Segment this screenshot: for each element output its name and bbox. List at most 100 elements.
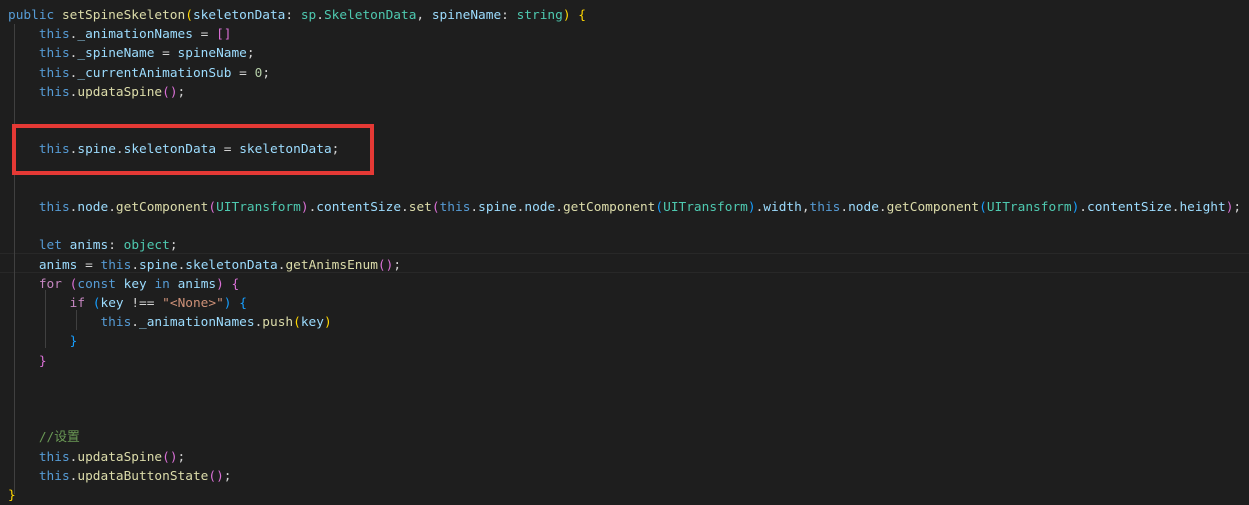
code-token: ;	[169, 238, 178, 254]
code-line[interactable]: anims = this.spine.skeletonData.getAnims…	[8, 256, 401, 275]
code-token: ;	[177, 449, 186, 465]
code-token: :	[501, 8, 517, 23]
code-token: spineName	[431, 8, 502, 23]
code-token: =	[231, 65, 255, 81]
code-token: )	[223, 296, 232, 311]
code-line[interactable]: this._animationNames.push(key)	[8, 313, 332, 332]
code-token: _currentAnimationSub	[77, 65, 232, 81]
code-line[interactable]: this.node.getComponent(UITransform).cont…	[8, 198, 1241, 217]
code-line[interactable]: if (key !== "<None>") {	[8, 294, 247, 313]
code-token: this	[38, 468, 70, 484]
code-token: set	[408, 200, 432, 215]
code-token: updataButtonState	[77, 468, 209, 484]
code-token: !==	[123, 296, 163, 311]
code-token: height	[1179, 200, 1226, 215]
code-line[interactable]: this._currentAnimationSub = 0;	[8, 64, 270, 83]
code-token: )	[300, 200, 309, 215]
code-token: in	[146, 276, 178, 292]
code-token: (	[185, 8, 193, 23]
code-token: anims	[177, 276, 217, 292]
code-token: ;	[177, 84, 186, 100]
code-token: )	[216, 276, 224, 292]
code-token: .	[108, 200, 116, 215]
code-token: for	[38, 276, 62, 292]
code-token: }	[38, 353, 47, 369]
code-token: updataSpine	[77, 449, 163, 465]
code-token: .	[316, 8, 324, 23]
code-token: (	[92, 296, 101, 311]
code-token: :	[108, 238, 124, 254]
code-token: this	[38, 84, 70, 100]
code-token: =	[154, 46, 178, 62]
code-token: contentSize	[1087, 200, 1172, 215]
code-token: let	[38, 238, 70, 254]
code-line[interactable]: this.updataButtonState();	[8, 467, 232, 486]
code-token: =	[192, 27, 217, 43]
code-token: key	[100, 296, 124, 311]
code-token: getAnimsEnum	[285, 257, 378, 273]
code-token: this	[100, 257, 132, 273]
code-line[interactable]: for (const key in anims) {	[8, 275, 239, 294]
code-token: .	[1079, 200, 1087, 215]
code-line[interactable]: public setSpineSkeleton(skeletonData: sp…	[8, 6, 586, 25]
code-token: key	[123, 276, 147, 292]
code-token: string	[516, 8, 563, 23]
code-token: ;	[262, 65, 271, 81]
code-token: _animationNames	[139, 315, 255, 331]
code-token: this	[100, 315, 132, 331]
code-token: )	[747, 200, 756, 215]
code-line[interactable]: let anims: object;	[8, 236, 178, 255]
code-line[interactable]: }	[8, 486, 16, 505]
code-token: UITransform	[663, 200, 748, 215]
code-token: push	[262, 315, 294, 331]
code-token: node	[524, 200, 556, 215]
code-token: (	[979, 200, 987, 215]
code-token: ,	[416, 8, 432, 23]
code-token: )	[562, 8, 571, 23]
code-token: key	[300, 315, 324, 331]
code-editor[interactable]: public setSpineSkeleton(skeletonData: sp…	[0, 0, 1249, 503]
code-token: updataSpine	[77, 84, 163, 100]
code-token: width	[763, 200, 802, 215]
code-line[interactable]: }	[8, 332, 78, 351]
code-token: ;	[393, 257, 402, 273]
code-token: .	[555, 200, 563, 215]
code-token: this	[38, 200, 70, 215]
code-token: ;	[246, 46, 255, 62]
code-token: "<None>"	[162, 296, 224, 311]
code-token: //设置	[38, 430, 80, 446]
code-token: SkeletonData	[323, 8, 417, 23]
red-highlight-box	[12, 124, 374, 175]
code-line[interactable]: this._spineName = spineName;	[8, 44, 255, 63]
code-token: contentSize	[316, 200, 402, 215]
code-token: .	[878, 200, 887, 215]
code-token: setSpineSkeleton	[61, 8, 186, 23]
code-line[interactable]: }	[8, 352, 47, 371]
code-token: {	[231, 276, 240, 292]
code-line[interactable]: this.updataSpine();	[8, 448, 185, 467]
code-line[interactable]: //设置	[8, 428, 80, 447]
code-token: ;	[223, 468, 232, 484]
code-line[interactable]: this._animationNames = []	[8, 25, 232, 44]
code-token: ,	[801, 200, 810, 215]
code-token: .	[470, 200, 479, 215]
code-token: ()	[162, 449, 178, 465]
code-token: =	[77, 257, 101, 273]
code-token: getComponent	[562, 200, 656, 215]
code-token: public	[8, 8, 62, 23]
code-token: skeletonData	[185, 257, 278, 273]
code-line[interactable]: this.updataSpine();	[8, 83, 185, 102]
code-token: )	[323, 315, 332, 331]
